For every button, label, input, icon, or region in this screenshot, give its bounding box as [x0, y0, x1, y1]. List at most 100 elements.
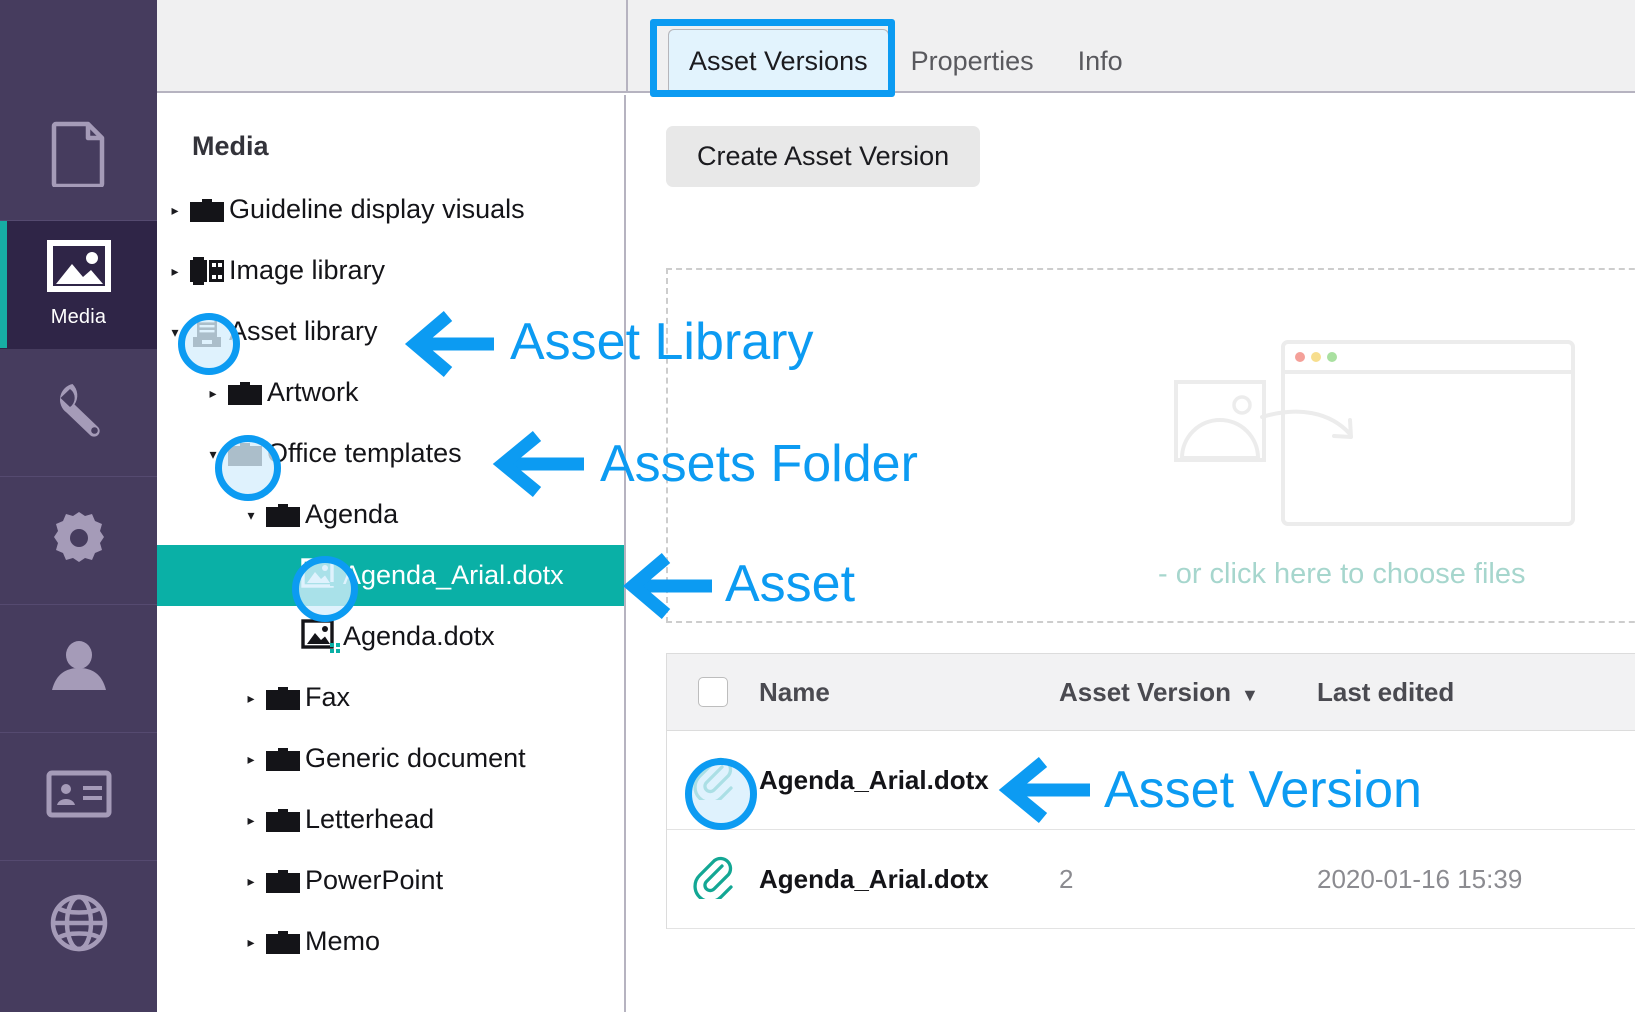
tree-panel-header-bar: [157, 0, 626, 93]
chevron-down-icon[interactable]: ▾: [165, 325, 185, 339]
tree-node-memo[interactable]: ▸ Memo: [157, 911, 624, 972]
media-image-icon: [46, 240, 111, 297]
sort-descending-icon[interactable]: ▼: [1241, 685, 1259, 705]
tree-node-powerpoint[interactable]: ▸ PowerPoint: [157, 850, 624, 911]
folder-icon: [261, 500, 305, 530]
tree-node-label: Agenda: [305, 499, 399, 529]
paperclip-icon: [693, 855, 733, 904]
content-header-bar: Asset Versions Properties Info: [626, 0, 1635, 93]
column-header-asset-version[interactable]: Asset Version ▼: [1059, 677, 1317, 708]
folder-icon: [185, 195, 229, 225]
media-tree: ▸ Guideline display visuals ▸ Image libr…: [157, 179, 624, 972]
drag-and-drop-illustration: [1158, 320, 1578, 540]
asset-image-icon: [299, 557, 343, 594]
tree-node-letterhead[interactable]: ▸ Letterhead: [157, 789, 624, 850]
row-paperclip-cell: [667, 756, 759, 805]
asset-versions-table: Name Asset Version ▼ Last edited Agenda_A…: [666, 653, 1635, 929]
tree-node-guideline-display-visuals[interactable]: ▸ Guideline display visuals: [157, 179, 624, 240]
table-row[interactable]: Agenda_Arial.dotx 2 2020-01-16 15:39: [667, 830, 1635, 929]
tree-node-label: Agenda.dotx: [343, 621, 495, 651]
chevron-right-icon[interactable]: ▸: [241, 691, 261, 705]
asset-image-icon: [299, 618, 343, 655]
document-icon: [51, 121, 107, 192]
rail-header-spacer: [0, 0, 157, 93]
chevron-right-icon[interactable]: ▸: [241, 752, 261, 766]
chevron-right-icon[interactable]: ▸: [203, 386, 223, 400]
row-paperclip-cell: [667, 855, 759, 904]
paperclip-icon: [693, 756, 733, 805]
rail-item-label-media: Media: [50, 306, 107, 328]
primary-nav-rail: Media: [0, 0, 157, 1012]
rail-item-media[interactable]: Media: [0, 221, 157, 349]
rail-item-documents[interactable]: [0, 93, 157, 221]
tree-node-asset-library[interactable]: ▾ Asset library: [157, 301, 624, 362]
tree-node-fax[interactable]: ▸ Fax: [157, 667, 624, 728]
table-row[interactable]: Agenda_Arial.dotx: [667, 731, 1635, 830]
tree-node-label: PowerPoint: [305, 865, 444, 895]
row-asset-version: 2: [1059, 863, 1074, 894]
table-header-row: Name Asset Version ▼ Last edited: [667, 654, 1635, 731]
select-all-checkbox[interactable]: [698, 677, 728, 707]
tree-node-generic-document[interactable]: ▸ Generic document: [157, 728, 624, 789]
folder-icon: [223, 378, 267, 408]
chevron-down-icon[interactable]: ▾: [203, 447, 223, 461]
dropzone-hint-text[interactable]: - or click here to choose files: [1158, 558, 1525, 591]
chevron-right-icon[interactable]: ▸: [241, 935, 261, 949]
id-card-icon: [46, 770, 112, 823]
tree-node-label: Generic document: [305, 743, 526, 773]
page-title: Media: [192, 131, 269, 161]
rail-item-tools[interactable]: [0, 349, 157, 477]
row-name: Agenda_Arial.dotx: [759, 863, 989, 894]
file-dropzone[interactable]: - or click here to choose files: [666, 268, 1635, 623]
folder-icon: [261, 805, 305, 835]
gear-icon: [49, 508, 109, 573]
tree-node-label: Guideline display visuals: [229, 194, 525, 224]
folder-icon: [261, 744, 305, 774]
rail-item-contacts[interactable]: [0, 733, 157, 861]
folder-icon: [223, 439, 267, 469]
chevron-right-icon[interactable]: ▸: [165, 264, 185, 278]
tree-node-artwork[interactable]: ▸ Artwork: [157, 362, 624, 423]
tree-node-office-templates[interactable]: ▾ Office templates: [157, 423, 624, 484]
folder-icon: [261, 683, 305, 713]
row-last-edited: 2020-01-16 15:39: [1317, 863, 1523, 894]
chevron-right-icon[interactable]: ▸: [241, 874, 261, 888]
create-asset-version-button[interactable]: Create Asset Version: [666, 126, 981, 187]
tree-node-agenda-arial-dotx[interactable]: Agenda_Arial.dotx: [157, 545, 624, 606]
user-icon: [48, 640, 110, 697]
folder-icon: [261, 866, 305, 896]
media-tree-panel: Media ▸ Guideline display visuals ▸ Imag…: [157, 95, 626, 1012]
tree-node-label: Artwork: [267, 377, 359, 407]
folder-icon: [261, 927, 305, 957]
film-roll-icon: [185, 255, 229, 287]
tree-node-label: Asset library: [229, 316, 378, 346]
column-header-name[interactable]: Name: [759, 677, 1059, 708]
rail-item-settings[interactable]: [0, 477, 157, 605]
chevron-right-icon[interactable]: ▸: [241, 813, 261, 827]
row-name: Agenda_Arial.dotx: [759, 764, 989, 795]
chevron-right-icon[interactable]: ▸: [165, 203, 185, 217]
tree-node-label: Image library: [229, 255, 386, 285]
tree-node-image-library[interactable]: ▸ Image library: [157, 240, 624, 301]
tree-node-label: Office templates: [267, 438, 462, 468]
tree-node-agenda-dotx[interactable]: Agenda.dotx: [157, 606, 624, 667]
wrench-icon: [49, 380, 109, 445]
select-all-cell: [667, 677, 759, 707]
rail-item-users[interactable]: [0, 605, 157, 733]
tab-bar: Asset Versions Properties Info: [668, 23, 1145, 91]
tab-properties[interactable]: Properties: [889, 31, 1056, 91]
tree-node-label: Agenda_Arial.dotx: [343, 560, 564, 590]
column-header-last-edited[interactable]: Last edited: [1317, 677, 1635, 708]
globe-icon: [49, 893, 109, 958]
archive-icon: [185, 315, 229, 349]
tab-info[interactable]: Info: [1056, 31, 1145, 91]
tree-node-agenda[interactable]: ▾ Agenda: [157, 484, 624, 545]
asset-versions-pane: Create Asset Version - or click here to …: [628, 95, 1635, 1012]
tree-node-label: Letterhead: [305, 804, 435, 834]
tree-node-label: Memo: [305, 926, 381, 956]
tab-asset-versions[interactable]: Asset Versions: [668, 29, 889, 91]
column-header-asset-version-label: Asset Version: [1059, 676, 1231, 707]
chevron-down-icon[interactable]: ▾: [241, 508, 261, 522]
rail-item-web[interactable]: [0, 861, 157, 989]
tree-node-label: Fax: [305, 682, 351, 712]
